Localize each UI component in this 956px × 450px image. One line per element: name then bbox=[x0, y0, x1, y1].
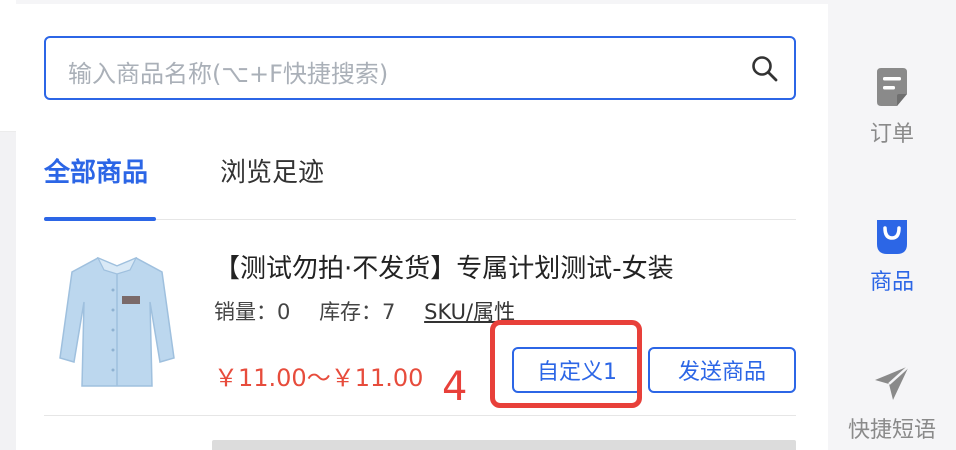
order-icon bbox=[877, 68, 907, 106]
product-thumbnail bbox=[59, 256, 175, 387]
product-title[interactable]: 【测试勿拍·不发货】专属计划测试-女装 bbox=[214, 248, 674, 285]
sidebar-item-quick-phrases[interactable]: 快捷短语 bbox=[828, 362, 956, 444]
product-price: ￥11.00～￥11.00 bbox=[214, 364, 424, 392]
left-background-band bbox=[0, 0, 16, 132]
sales-count: 销量：0 bbox=[214, 300, 291, 324]
sidebar-item-orders[interactable]: 订单 bbox=[828, 66, 956, 148]
left-background-strip bbox=[0, 0, 16, 450]
stock-count: 库存：7 bbox=[319, 300, 396, 324]
bag-icon bbox=[877, 220, 907, 254]
send-product-button[interactable]: 发送商品 bbox=[648, 347, 796, 393]
product-list-item: 【测试勿拍·不发货】专属计划测试-女装 销量：0 库存：7 SKU/属性 ￥11… bbox=[44, 220, 796, 416]
search-icon[interactable] bbox=[750, 54, 780, 84]
search-input[interactable]: 输入商品名称(⌥+F快捷搜索) bbox=[44, 36, 796, 100]
sidebar-item-label: 商品 bbox=[869, 270, 914, 295]
tab-browse-history[interactable]: 浏览足迹 bbox=[220, 152, 324, 189]
product-tabs: 全部商品 浏览足迹 bbox=[44, 144, 796, 221]
tab-all-products[interactable]: 全部商品 bbox=[44, 152, 148, 189]
sidebar-item-label: 快捷短语 bbox=[847, 418, 936, 443]
annotation-number: 4 bbox=[442, 364, 468, 410]
sidebar-item-label: 订单 bbox=[869, 122, 914, 147]
right-sidebar: 订单 商品 快捷短语 bbox=[828, 0, 956, 450]
search-placeholder: 输入商品名称(⌥+F快捷搜索) bbox=[68, 60, 389, 88]
send-icon bbox=[875, 365, 910, 400]
annotation-highlight-box bbox=[490, 320, 642, 408]
product-panel: 输入商品名称(⌥+F快捷搜索) 全部商品 浏览足迹 【测试勿拍·不发货】专属计划… bbox=[16, 4, 828, 450]
sidebar-item-products[interactable]: 商品 bbox=[828, 214, 956, 296]
next-list-item-peek bbox=[212, 440, 796, 450]
product-meta: 销量：0 库存：7 SKU/属性 bbox=[214, 296, 537, 326]
